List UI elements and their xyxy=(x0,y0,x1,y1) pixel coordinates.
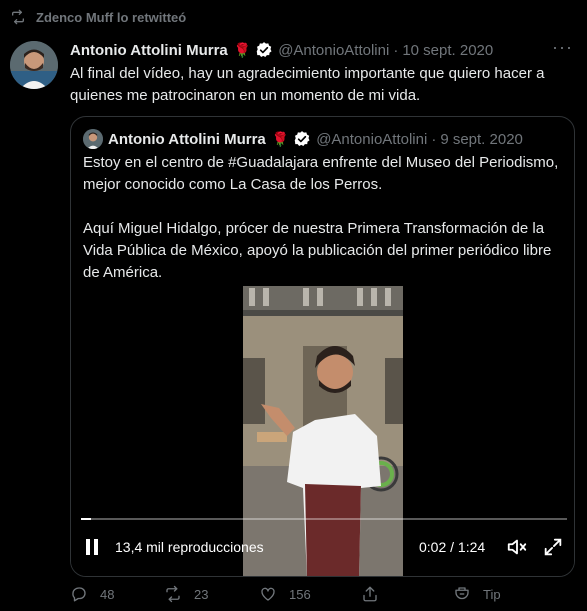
quoted-author-name: Antonio Attolini Murra xyxy=(108,130,266,148)
video-progress-bar[interactable] xyxy=(81,518,567,520)
verified-badge-icon xyxy=(256,42,272,58)
tip-label: Tip xyxy=(483,586,501,602)
separator-dot: · xyxy=(431,130,437,148)
share-button[interactable] xyxy=(361,585,379,603)
video-progress-fill xyxy=(81,518,91,520)
quoted-tweet-date: 9 sept. 2020 xyxy=(440,130,523,148)
pause-icon[interactable] xyxy=(83,538,101,556)
heart-icon xyxy=(261,587,275,601)
retweet-count: 23 xyxy=(194,586,209,602)
rose-icon: 🌹 xyxy=(233,41,252,58)
tip-button[interactable]: Tip xyxy=(453,585,501,603)
video-frame xyxy=(243,286,403,576)
quoted-tweet-header: Antonio Attolini Murra 🌹 @AntonioAttolin… xyxy=(83,129,523,149)
video-player[interactable]: 13,4 mil reproducciones 0:02 / 1:24 xyxy=(71,286,574,576)
retweet-icon xyxy=(166,585,180,603)
retweet-indicator: Zdenco Muff lo retwitteó xyxy=(10,9,186,25)
quoted-author-handle: @AntonioAttolini xyxy=(316,130,428,148)
quoted-tweet-text: Estoy en el centro de #Guadalajara enfre… xyxy=(83,152,563,306)
tweet-date[interactable]: 10 sept. 2020 xyxy=(402,42,493,59)
verified-badge-icon xyxy=(294,131,310,147)
mute-icon[interactable] xyxy=(506,536,528,558)
quoted-avatar xyxy=(83,129,103,149)
video-view-count: 13,4 mil reproducciones xyxy=(115,539,264,555)
like-count: 156 xyxy=(289,586,311,602)
retweet-icon xyxy=(12,9,24,25)
video-time: 0:02 / 1:24 xyxy=(419,539,486,555)
quoted-paragraph-2: Aquí Miguel Hidalgo, prócer de nuestra P… xyxy=(83,220,552,281)
reply-button[interactable]: 48 xyxy=(70,585,114,603)
author-name[interactable]: Antonio Attolini Murra xyxy=(70,42,228,59)
separator-dot: · xyxy=(393,41,399,59)
tweet-header: Antonio Attolini Murra 🌹 @AntonioAttolin… xyxy=(70,37,573,59)
tip-jar-icon xyxy=(455,587,469,600)
like-button[interactable]: 156 xyxy=(259,585,311,603)
rose-icon: 🌹 xyxy=(271,130,290,147)
avatar[interactable] xyxy=(10,41,58,89)
reply-count: 48 xyxy=(100,586,115,602)
quoted-paragraph-1: Estoy en el centro de #Guadalajara enfre… xyxy=(83,154,559,193)
retweet-button[interactable]: 23 xyxy=(164,585,208,603)
tweet-text: Al final del vídeo, hay un agradecimient… xyxy=(70,65,545,104)
share-icon xyxy=(363,586,377,602)
fullscreen-icon[interactable] xyxy=(542,536,564,558)
tweet-actions: 48 23 156 Tip xyxy=(70,585,575,607)
author-handle[interactable]: @AntonioAttolini xyxy=(278,42,389,59)
more-options-icon[interactable]: ··· xyxy=(552,37,573,58)
retweet-text[interactable]: Zdenco Muff lo retwitteó xyxy=(36,10,186,25)
quoted-tweet[interactable]: Antonio Attolini Murra 🌹 @AntonioAttolin… xyxy=(70,116,575,577)
reply-icon xyxy=(72,587,86,602)
